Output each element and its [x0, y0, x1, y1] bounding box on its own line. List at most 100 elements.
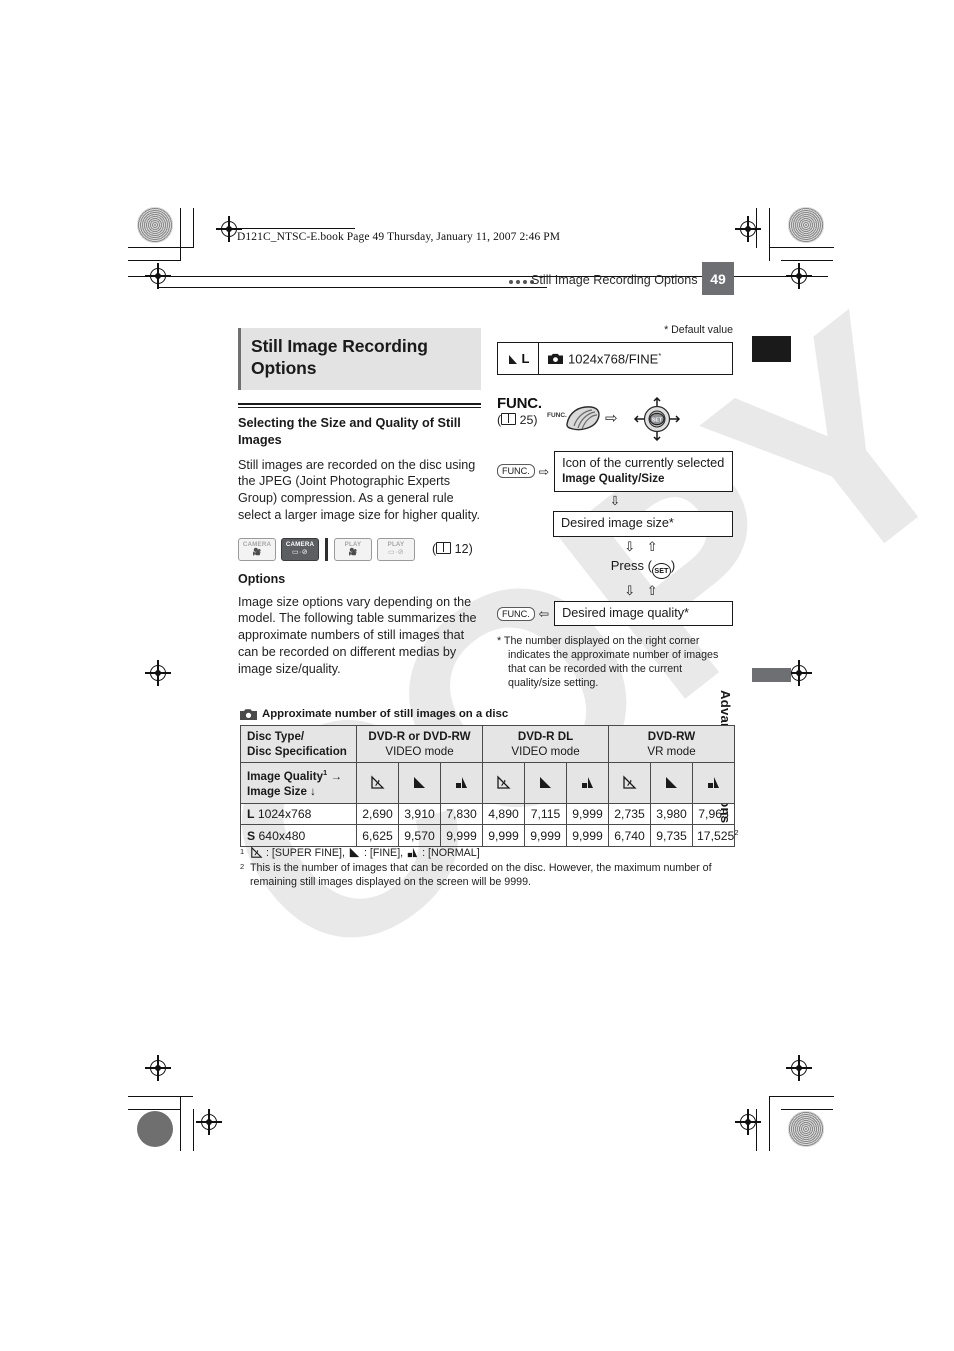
quality-icon-super-fine: [608, 762, 652, 805]
photo-camera-icon: [240, 709, 257, 720]
normal-quality-icon: [407, 847, 418, 858]
disc-group-1-header: DVD-R or DVD-RW VIDEO mode: [355, 724, 484, 764]
row-size-letter: L: [247, 807, 255, 822]
quality-icon-normal: [566, 762, 610, 805]
fine-quality-icon: [349, 847, 360, 858]
func-button-tag[interactable]: FUNC.: [497, 606, 535, 621]
disc-type-line2: Disc Specification: [247, 745, 347, 759]
mode-label: PLAY: [387, 540, 405, 548]
section-tab-bar: [752, 668, 791, 682]
table-cell: 3,910: [398, 803, 441, 826]
book-icon: [436, 542, 452, 555]
option-value: 1024x768/FINE: [568, 351, 659, 367]
table-cell: 17,5252: [692, 824, 738, 848]
left-arrow-icon: ⇦: [538, 607, 550, 622]
crop-rule: [769, 247, 834, 248]
quality-icon-super-fine: [356, 762, 399, 805]
table-cell: 9,999: [566, 803, 610, 826]
table-cell: 4,890: [482, 803, 526, 826]
option-value-text: 1024x768/FINE*: [568, 351, 661, 366]
fine-quality-icon: [508, 355, 517, 364]
set-button-icon[interactable]: SET: [651, 563, 671, 580]
size-header-label: Image Size: [247, 784, 307, 798]
disc-group-3-line2: VR mode: [647, 745, 696, 759]
func-dial-icon: [563, 404, 603, 437]
crop-rule: [193, 208, 194, 248]
play-photo-mode-icon: PLAY ▭·⊘: [377, 537, 415, 561]
book-line-rule: [233, 228, 355, 229]
crop-rule: [769, 208, 770, 261]
flow-box-2: Desired image size*: [553, 511, 733, 537]
disc-type-line1: Disc Type/: [247, 730, 305, 743]
right-column: * Default value L 1024x768/FINE* FUNC. (…: [497, 324, 733, 691]
crop-rule: [128, 247, 193, 248]
disc-group-1-line1: DVD-R or DVD-RW: [368, 730, 471, 743]
table-cell: 6,740: [608, 824, 652, 848]
press-label: Press (: [610, 558, 652, 574]
disc-group-3-header: DVD-RW VR mode: [608, 724, 736, 764]
super-fine-label: : [SUPER FINE],: [265, 847, 345, 859]
mode-label: CAMERA: [242, 540, 272, 548]
footnote-2: 2 This is the number of images that can …: [240, 861, 740, 889]
super-fine-quality-icon: [251, 846, 263, 858]
flow-step-3: FUNC. ⇦ Desired image quality*: [497, 600, 733, 627]
registration-mark-low-left: [145, 660, 171, 686]
footnote-1-text: : [SUPER FINE], : [FINE], : [NORMAL]: [250, 846, 740, 860]
registration-mark-bottom-right: [786, 1055, 812, 1081]
table-cell: 2,690: [356, 803, 399, 826]
spec-table-section: Approximate number of still images on a …: [240, 708, 738, 848]
footnote-marker: 2: [240, 862, 245, 872]
flow-down-arrow-1: ⇩: [609, 493, 621, 508]
crop-rule: [128, 260, 180, 261]
row-size-letter: S: [247, 828, 256, 843]
down-arrow-icon: ↓: [310, 784, 316, 798]
table-row-disc-type: Disc Type/ Disc Specification DVD-R or D…: [240, 724, 736, 764]
crop-rule: [128, 1109, 180, 1110]
disc-type-header: Disc Type/ Disc Specification: [240, 724, 357, 764]
table-cell: 9,999: [482, 824, 526, 848]
right-arrow-icon: →: [330, 769, 343, 783]
func-page-reference: ( 25): [497, 413, 538, 427]
quality-icon-fine: [650, 762, 694, 805]
density-patch-bottom-left: [137, 1111, 173, 1147]
movie-glyph-icon: 🎥: [348, 549, 358, 557]
registration-mark-foot-right: [735, 1109, 761, 1135]
normal-label: : [NORMAL]: [422, 847, 480, 859]
disc-group-2-line2: VIDEO mode: [511, 745, 580, 759]
size-letter: L: [521, 351, 530, 366]
crop-rule: [769, 1096, 834, 1097]
table-caption: Approximate number of still images on a …: [240, 708, 734, 720]
crop-rule: [180, 208, 181, 261]
disc-group-2-header: DVD-R DL VIDEO mode: [482, 724, 610, 764]
density-patch-bottom-right: [788, 1111, 824, 1147]
mode-separator: [325, 537, 328, 561]
table-cell: 2,735: [608, 803, 652, 826]
play-video-mode-icon: PLAY 🎥: [334, 537, 372, 561]
mode-page-reference: ( 12): [432, 542, 473, 557]
page-title-band: Still Image Recording Options: [238, 328, 481, 390]
quality-icon-super-fine: [482, 762, 526, 805]
fine-label: : [FINE],: [363, 847, 404, 859]
svg-text:SET: SET: [652, 418, 663, 424]
registration-mark-foot-left: [196, 1109, 222, 1135]
joystick-icon: SET: [630, 396, 684, 446]
func-heading: FUNC.: [497, 395, 542, 412]
section-tab-marker: [752, 336, 791, 362]
func-page-ref-number: 25: [519, 413, 534, 427]
crop-rule: [756, 208, 757, 248]
footnote-2-text: This is the number of images that can be…: [250, 862, 712, 889]
flow-step-1: FUNC. ⇨ Icon of the currently selected I…: [497, 451, 733, 492]
crop-rule: [756, 1109, 757, 1151]
crop-rule: [193, 1109, 194, 1151]
photo-glyph-icon: ▭·⊘: [387, 549, 404, 557]
crop-rule: [180, 1096, 181, 1151]
disc-group-2-line1: DVD-R DL: [517, 730, 574, 743]
camera-photo-mode-icon: CAMERA ▭·⊘: [281, 537, 319, 561]
table-cell: 6,625: [356, 824, 399, 848]
option-value-box: L 1024x768/FINE*: [497, 342, 733, 375]
func-button-tag[interactable]: FUNC.: [497, 464, 535, 479]
quality-size-header: Image Quality1 → Image Size ↓: [240, 762, 357, 805]
table-cell: 9,735: [650, 824, 694, 848]
options-heading: Options: [238, 571, 286, 586]
quality-icon-fine: [524, 762, 568, 805]
